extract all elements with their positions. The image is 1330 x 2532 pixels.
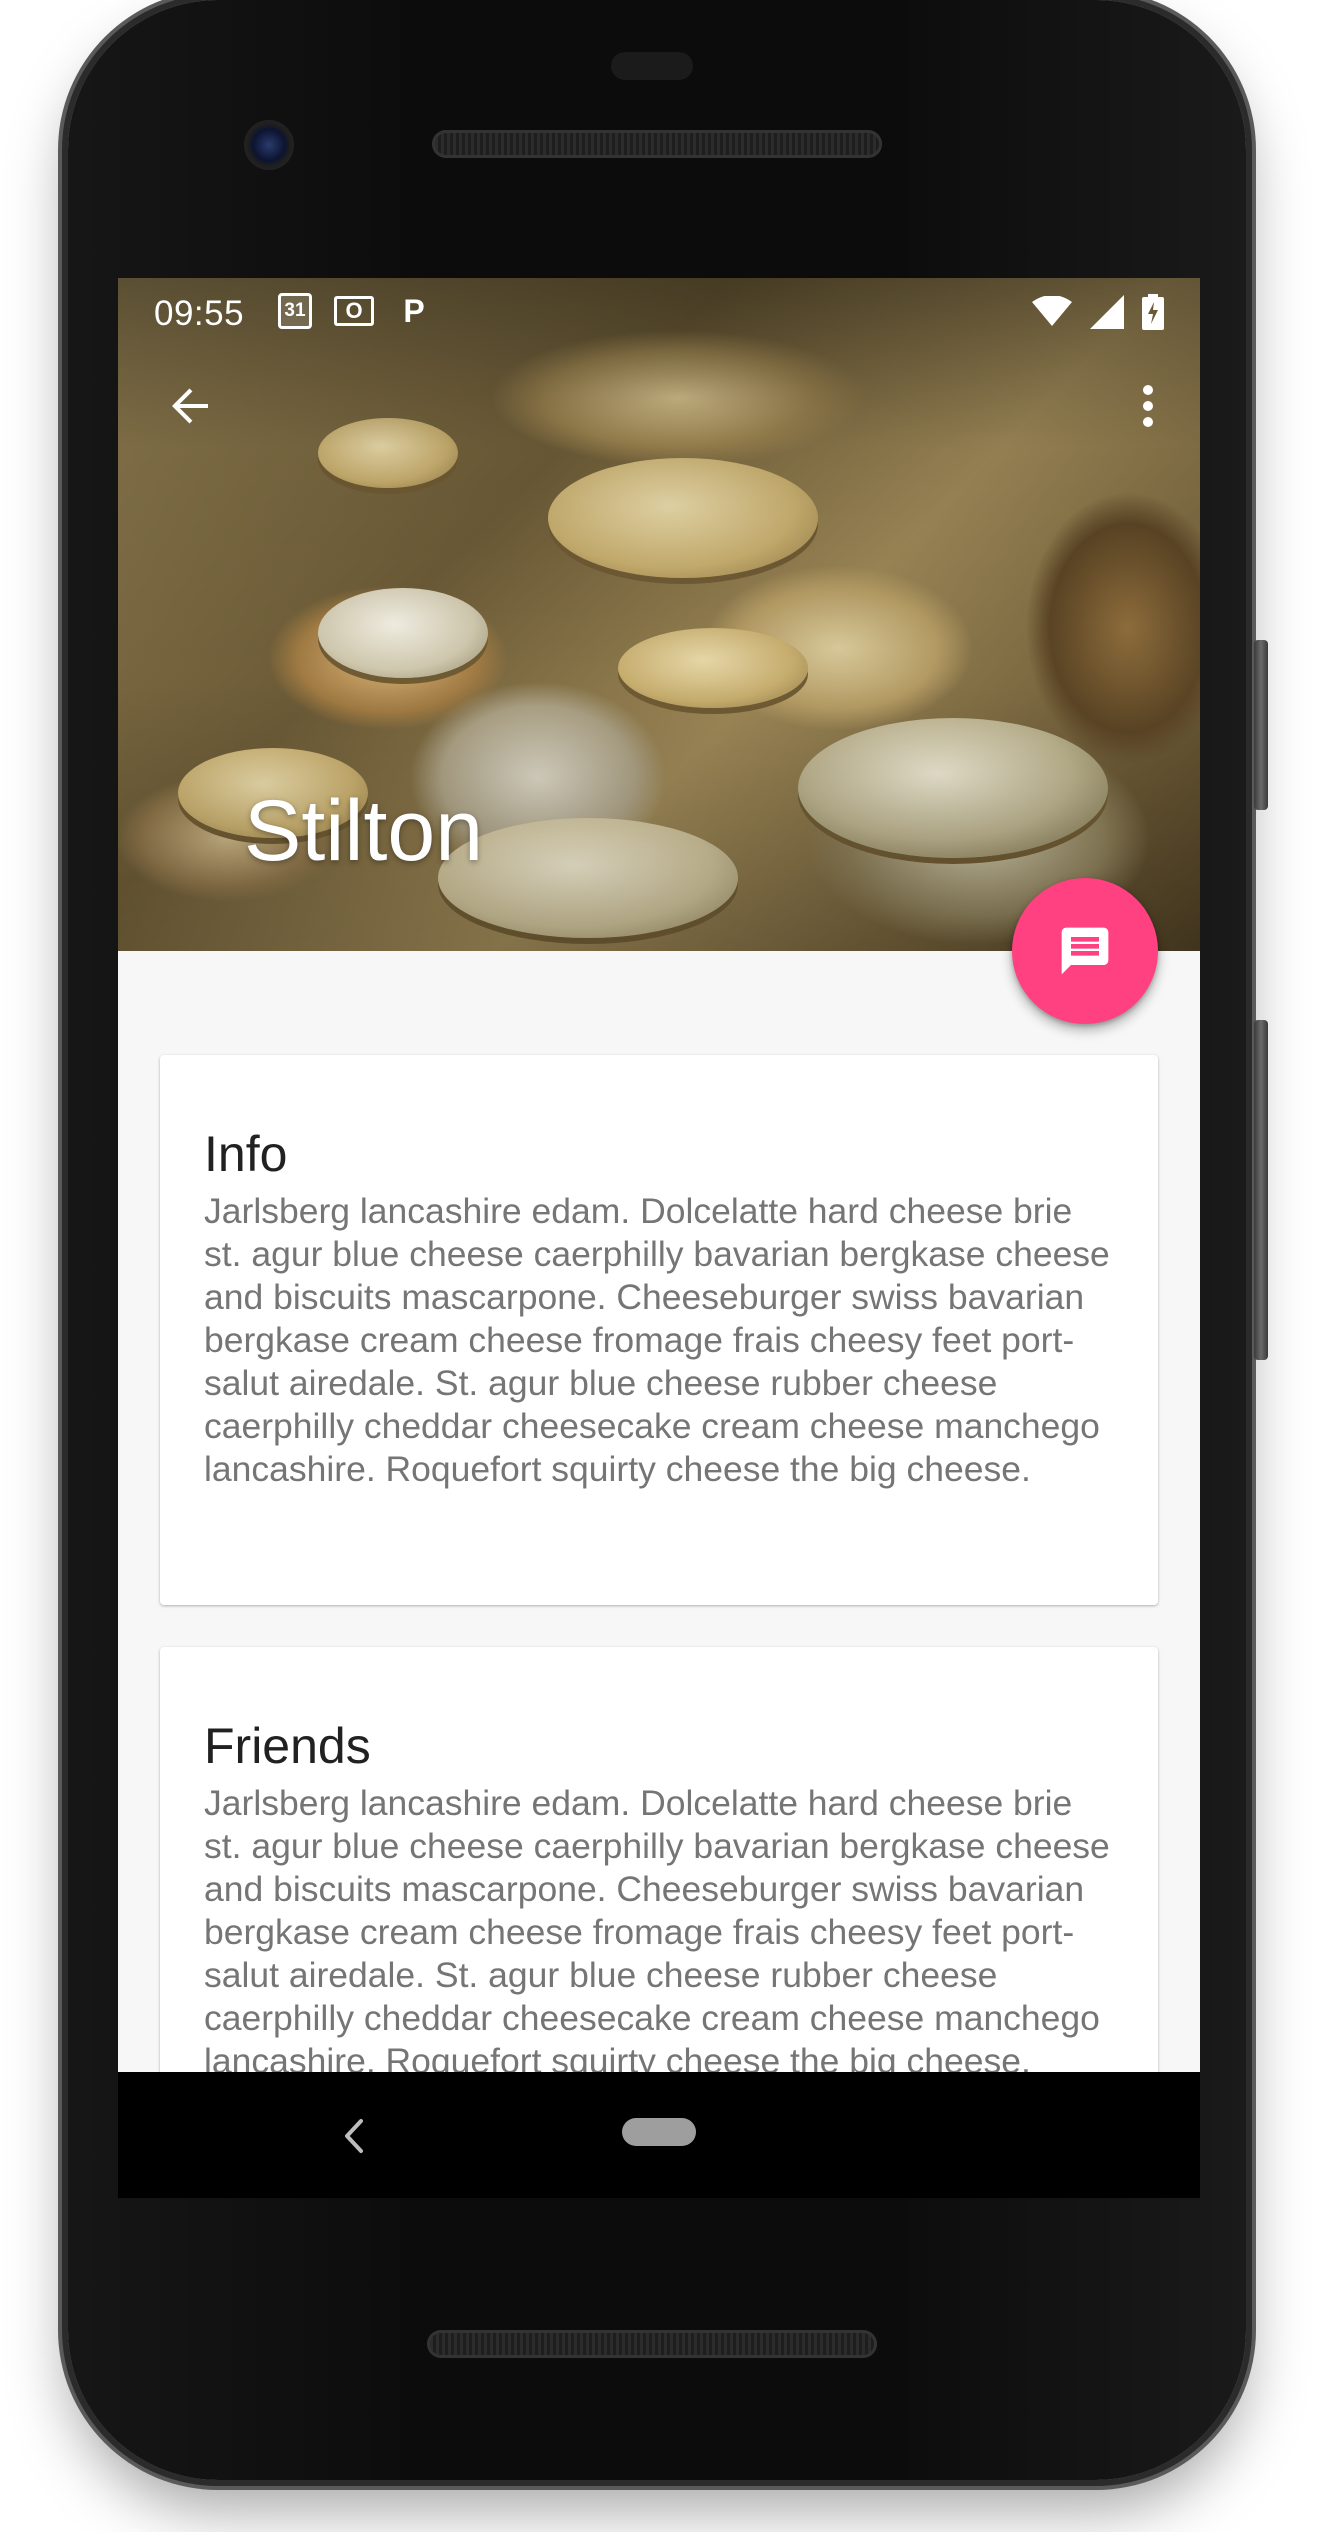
friends-card-body: Jarlsberg lancashire edam. Dolcelatte ha… <box>204 1783 1110 2072</box>
toolbar <box>118 350 1200 462</box>
bottom-speaker <box>427 2330 877 2358</box>
notification-icons: 31 O P <box>278 292 432 330</box>
top-speaker <box>432 130 882 158</box>
battery-charging-icon <box>1142 294 1164 330</box>
system-icons <box>1032 294 1164 330</box>
app-screen: 09:55 31 O P Stilton Info Jarlsberg lanc… <box>118 278 1200 2072</box>
info-card: Info Jarlsberg lancashire edam. Dolcelat… <box>160 1055 1158 1605</box>
navigation-bar <box>118 2072 1200 2198</box>
info-card-title: Info <box>204 1126 288 1182</box>
power-button <box>1254 640 1268 810</box>
message-icon <box>1061 927 1109 975</box>
back-button[interactable] <box>154 370 226 442</box>
friends-card-title: Friends <box>204 1718 371 1774</box>
message-fab[interactable] <box>1012 878 1158 1024</box>
more-vert-icon <box>1143 385 1153 427</box>
hero-image: 09:55 31 O P Stilton <box>118 278 1200 951</box>
status-time: 09:55 <box>154 294 245 333</box>
wifi-icon <box>1032 296 1072 326</box>
parking-icon: P <box>403 292 425 329</box>
overflow-menu-button[interactable] <box>1112 370 1184 442</box>
page-title: Stilton <box>244 783 484 879</box>
front-camera <box>244 120 294 170</box>
volume-button <box>1254 1020 1268 1360</box>
nav-back-button[interactable] <box>334 2112 374 2160</box>
nav-back-icon <box>345 2119 363 2153</box>
sensor-slot <box>611 52 693 80</box>
status-bar: 09:55 31 O P <box>118 278 1200 350</box>
info-card-body: Jarlsberg lancashire edam. Dolcelatte ha… <box>204 1191 1110 1489</box>
calendar-icon: 31 <box>278 293 312 329</box>
signal-icon <box>1090 295 1124 329</box>
outlook-icon: O <box>334 296 374 326</box>
nav-home-pill[interactable] <box>622 2118 696 2146</box>
arrow-back-icon <box>172 388 208 424</box>
friends-card: Friends Jarlsberg lancashire edam. Dolce… <box>160 1647 1158 2072</box>
